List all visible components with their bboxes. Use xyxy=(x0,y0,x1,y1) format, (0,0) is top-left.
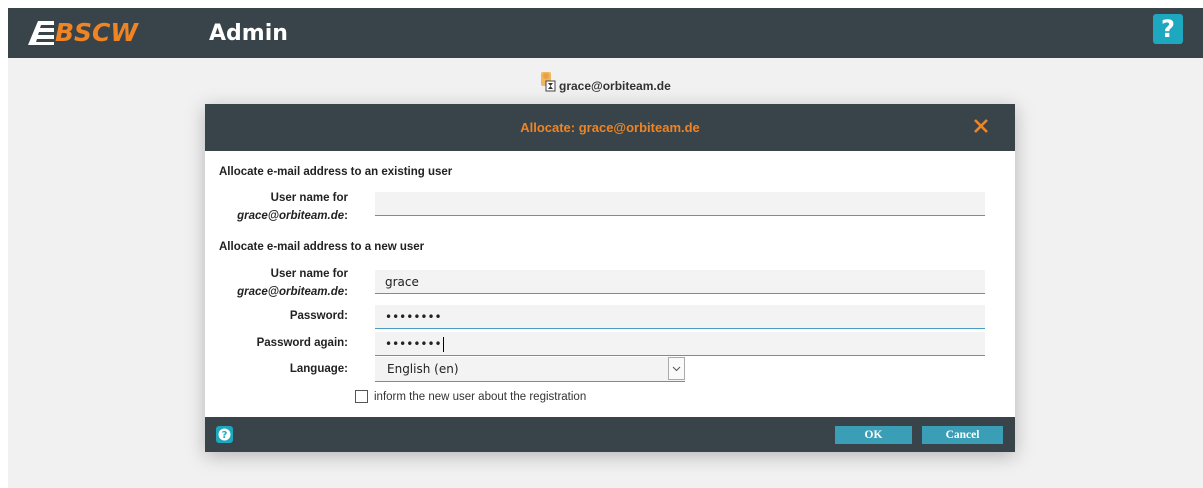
dialog-title: Allocate: grace@orbiteam.de xyxy=(520,120,700,135)
new-username-input[interactable]: grace xyxy=(375,270,985,294)
inform-user-label[interactable]: inform the new user about the registrati… xyxy=(374,391,586,403)
dialog-header: Allocate: grace@orbiteam.de xyxy=(205,104,1015,151)
inform-user-row: inform the new user about the registrati… xyxy=(355,390,586,403)
password-again-value: •••••••• xyxy=(385,337,442,351)
existing-username-label-line1: User name for xyxy=(270,192,348,204)
new-username-label-email: grace@orbiteam.de xyxy=(237,286,345,298)
breadcrumb: grace@orbiteam.de xyxy=(540,72,671,93)
select-dropdown-button[interactable] xyxy=(668,357,685,380)
help-icon[interactable]: ? xyxy=(216,426,233,443)
password-again-input[interactable]: •••••••• xyxy=(375,332,985,356)
breadcrumb-user[interactable]: grace@orbiteam.de xyxy=(559,79,671,93)
allocate-dialog: Allocate: grace@orbiteam.de Allocate e-m… xyxy=(205,104,1015,452)
help-icon[interactable]: ? xyxy=(1153,14,1183,44)
language-select[interactable]: English (en) xyxy=(375,357,685,382)
password-label: Password: xyxy=(289,310,348,322)
bscw-logo[interactable]: BSCW xyxy=(28,20,138,46)
chevron-down-icon xyxy=(672,366,681,371)
page-title: Admin xyxy=(209,21,288,46)
existing-user-section-title: Allocate e-mail address to an existing u… xyxy=(219,166,453,178)
top-bar: BSCW Admin ? xyxy=(8,8,1203,58)
cancel-button[interactable]: Cancel xyxy=(922,426,1003,444)
dialog-footer: ? OK Cancel xyxy=(205,417,1015,452)
ok-button[interactable]: OK xyxy=(835,426,912,444)
text-cursor xyxy=(442,337,444,352)
password-value: •••••••• xyxy=(385,310,442,324)
svg-text:?: ? xyxy=(222,430,228,441)
close-icon[interactable] xyxy=(972,117,990,135)
existing-username-input[interactable] xyxy=(375,192,985,216)
new-username-label: User name for grace@orbiteam.de: xyxy=(237,265,348,301)
question-icon: ? xyxy=(218,428,231,441)
existing-username-label-colon: : xyxy=(344,210,348,222)
existing-username-label: User name for grace@orbiteam.de: xyxy=(237,189,348,225)
password-again-label: Password again: xyxy=(256,337,348,349)
new-user-section-title: Allocate e-mail address to a new user xyxy=(219,241,425,253)
language-selected-value: English (en) xyxy=(387,362,459,376)
inform-user-checkbox[interactable] xyxy=(355,390,368,403)
user-pending-icon xyxy=(541,72,556,92)
existing-username-label-email: grace@orbiteam.de xyxy=(237,210,345,222)
new-username-label-colon: : xyxy=(344,286,348,298)
new-username-label-line1: User name for xyxy=(270,268,348,280)
logo-text: BSCW xyxy=(55,18,138,47)
bscw-logo-icon xyxy=(28,21,54,45)
password-input[interactable]: •••••••• xyxy=(375,305,985,329)
language-label: Language: xyxy=(289,363,348,375)
